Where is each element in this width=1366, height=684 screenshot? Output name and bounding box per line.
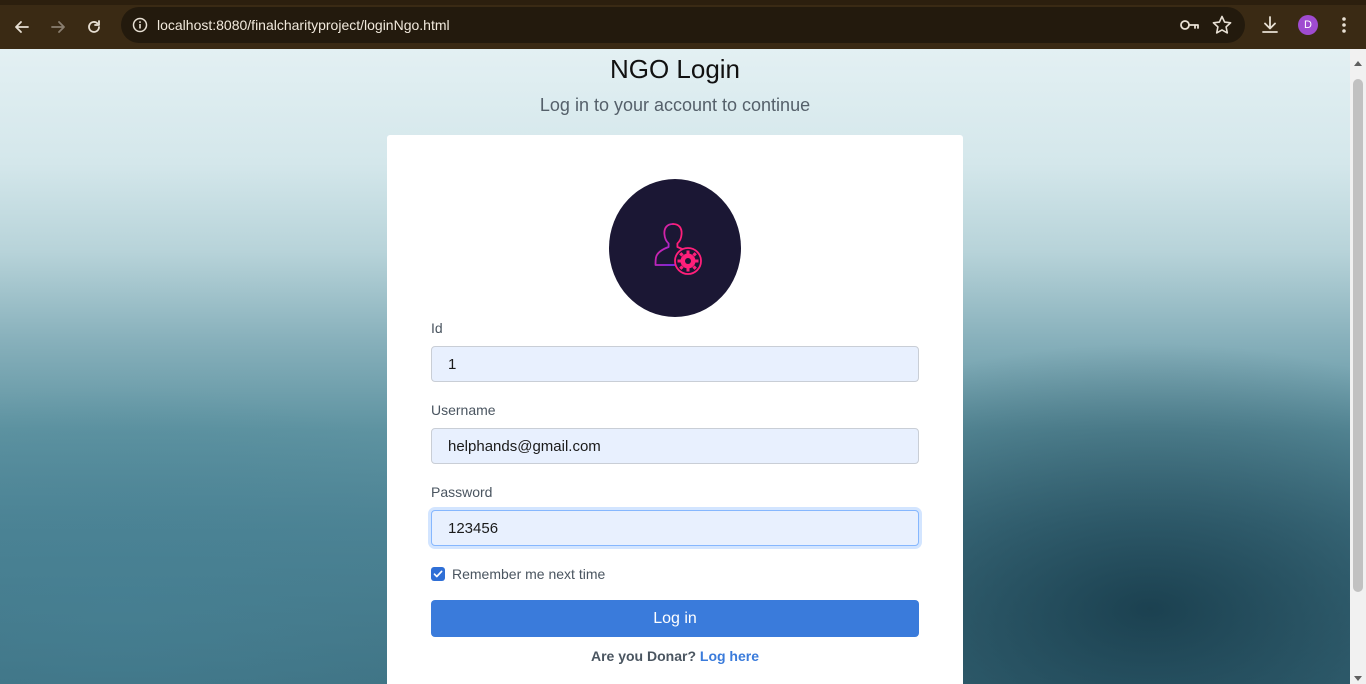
- page-title: NGO Login: [609, 54, 741, 84]
- download-icon[interactable]: [1259, 14, 1281, 41]
- user-gear-icon: [609, 179, 741, 317]
- back-arrow-icon[interactable]: [8, 13, 36, 41]
- login-button[interactable]: Log in: [431, 600, 919, 637]
- id-field[interactable]: [431, 346, 919, 382]
- scroll-down-icon[interactable]: [1354, 669, 1362, 684]
- address-bar[interactable]: localhost:8080/finalcharityproject/login…: [121, 7, 1245, 43]
- remember-me-row: Remember me next time: [431, 566, 605, 582]
- password-label: Password: [431, 484, 493, 500]
- page-scrollbar[interactable]: [1350, 49, 1366, 684]
- username-field[interactable]: [431, 428, 919, 464]
- donor-login-link[interactable]: Log here: [700, 648, 759, 664]
- remember-me-label[interactable]: Remember me next time: [452, 566, 605, 582]
- site-info-icon[interactable]: [128, 13, 152, 37]
- id-label: Id: [431, 320, 443, 336]
- donor-login-row: Are you Donar? Log here: [387, 648, 963, 664]
- page-subtitle: Log in to your account to continue: [539, 95, 811, 115]
- forward-arrow-icon[interactable]: [44, 13, 72, 41]
- browser-toolbar: localhost:8080/finalcharityproject/login…: [0, 0, 1366, 49]
- scroll-up-icon[interactable]: [1354, 53, 1362, 71]
- page-content: NGO Login Log in to your account to cont…: [0, 49, 1350, 684]
- donor-prompt: Are you Donar?: [590, 648, 696, 664]
- password-field[interactable]: [431, 510, 919, 546]
- url-text[interactable]: localhost:8080/finalcharityproject/login…: [157, 17, 450, 33]
- remember-me-checkbox[interactable]: [431, 567, 445, 581]
- scrollbar-thumb[interactable]: [1353, 79, 1363, 592]
- kebab-menu-icon[interactable]: [1334, 14, 1354, 41]
- star-icon[interactable]: [1211, 14, 1233, 41]
- reload-icon[interactable]: [80, 13, 108, 41]
- username-label: Username: [431, 402, 496, 418]
- key-icon[interactable]: [1178, 14, 1200, 41]
- profile-avatar[interactable]: D: [1298, 15, 1318, 35]
- login-card: Id Username Password Remember me next ti…: [387, 135, 963, 684]
- checkmark-icon: [433, 570, 443, 578]
